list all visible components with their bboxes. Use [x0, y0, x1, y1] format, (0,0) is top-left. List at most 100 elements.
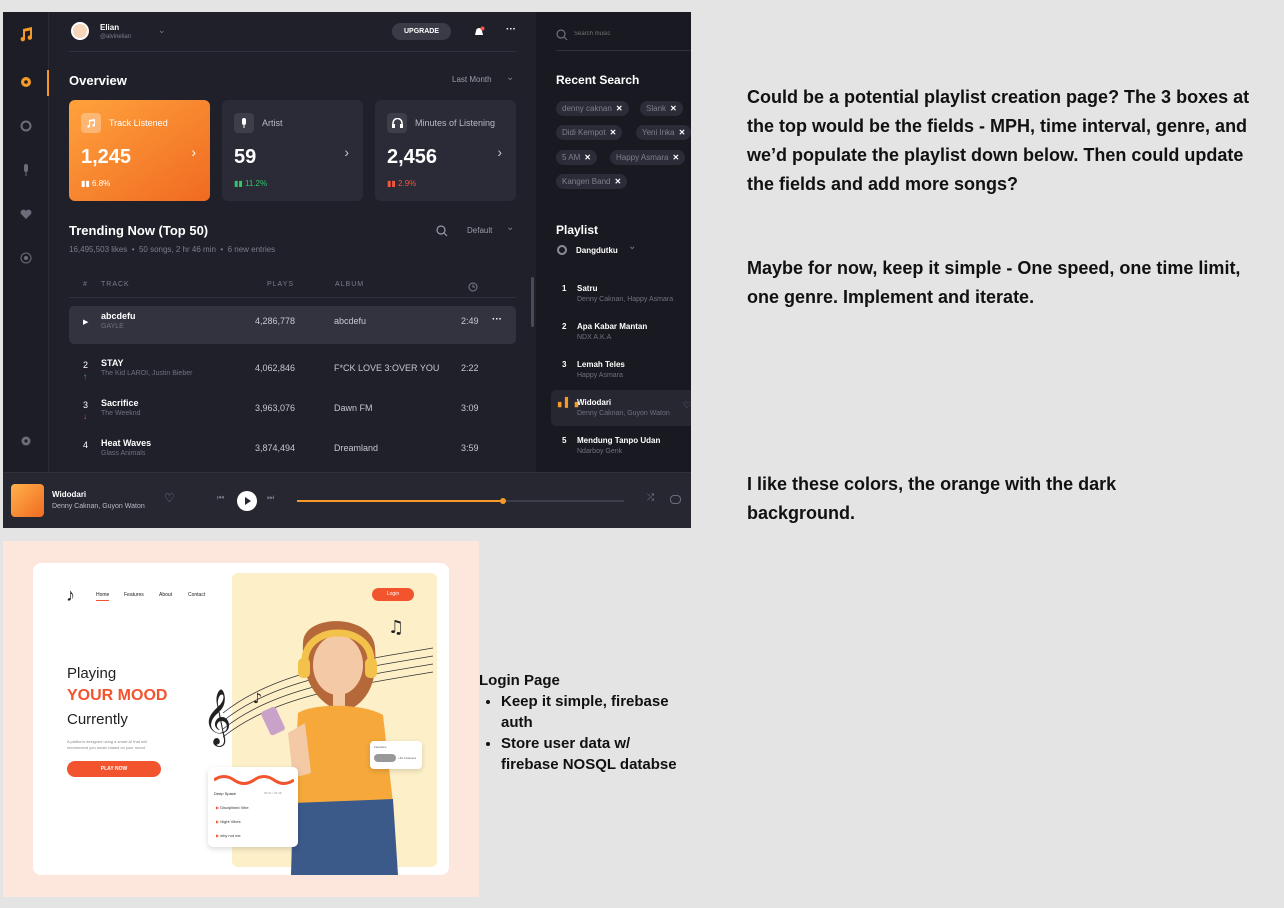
track-artist: The Weeknd — [101, 410, 141, 417]
previous-icon[interactable]: ⏮ — [217, 493, 224, 503]
row-more-icon[interactable]: ··· — [492, 314, 502, 325]
play-icon[interactable]: ▶ — [83, 318, 88, 326]
track-title: Sacrifice — [101, 398, 139, 408]
widget-song[interactable]: ▶ Disciplined Vibe — [216, 805, 249, 810]
sort-chevron-down-icon[interactable]: ⌄ — [506, 222, 514, 233]
item-artist: Happy Asmara — [577, 372, 623, 379]
scrollbar[interactable] — [531, 277, 534, 327]
nav-about[interactable]: About — [159, 592, 172, 598]
more-options-icon[interactable]: ··· — [506, 24, 516, 35]
note-playlist-idea: Could be a potential playlist creation p… — [747, 87, 1250, 194]
track-artist: GAYLE — [101, 323, 124, 330]
item-title: Widodari — [577, 398, 612, 407]
playlist-item[interactable]: 5 Mendung Tanpo Udan Ndarboy Genk — [536, 428, 691, 464]
stat-card-artist[interactable]: Artist 59 › ▮▮ 11.2% — [222, 100, 363, 201]
search-input[interactable] — [574, 26, 684, 42]
column-header-num: # — [83, 281, 88, 288]
play-now-button[interactable]: PLAY NOW — [67, 761, 161, 777]
column-header-album: ALBUM — [335, 281, 365, 288]
user-name: Elian — [100, 23, 120, 32]
progress-handle[interactable] — [500, 498, 506, 504]
stat-label: Track Listened — [109, 118, 168, 128]
notification-bell-icon[interactable] — [473, 25, 485, 37]
favorites-widget: Favorites +10 Listeners — [370, 741, 422, 769]
waveform — [214, 775, 294, 785]
stat-label: Artist — [262, 118, 283, 128]
track-rank: 3 — [83, 400, 89, 410]
like-heart-icon[interactable]: ♡ — [164, 491, 175, 505]
discover-icon[interactable] — [16, 72, 36, 92]
recent-chip[interactable]: Kangen Band ✕ — [556, 174, 628, 189]
stat-value: 1,245 — [81, 146, 132, 168]
login-notes-title: Login Page — [479, 672, 560, 689]
hero-description: A platform designed using a smart AI tha… — [67, 739, 147, 750]
nav-contact[interactable]: Contact — [188, 592, 205, 598]
widget-song[interactable]: ▶ Night Vibes — [216, 819, 241, 824]
avatar[interactable] — [71, 22, 89, 40]
now-playing-title: Widodari — [52, 490, 87, 499]
nav-features[interactable]: Features — [124, 592, 144, 598]
heart-icon[interactable]: ♡ — [683, 400, 691, 411]
play-pause-button[interactable] — [237, 491, 257, 511]
track-row[interactable]: 2 ↑ STAY The Kid LAROI, Justin Bieber 4,… — [69, 353, 516, 391]
hero-line-2: YOUR MOOD — [67, 687, 168, 704]
next-icon[interactable]: ⏭ — [267, 493, 274, 503]
period-chevron-down-icon[interactable]: ⌄ — [506, 72, 514, 83]
chevron-right-icon: › — [497, 144, 502, 160]
playlist-select[interactable]: Dangdutku — [576, 246, 618, 255]
item-number: 5 — [562, 436, 567, 445]
music-note-logo-icon — [16, 24, 36, 44]
stat-card-track-listened[interactable]: Track Listened 1,245 › ▮▮ 6.8% — [69, 100, 210, 201]
chevron-right-icon: › — [191, 144, 196, 160]
recent-chip[interactable]: Didi Kempot ✕ — [556, 125, 623, 140]
music-note-logo-icon: ♪ — [66, 585, 75, 605]
item-title: Satru — [577, 284, 598, 293]
heart-icon[interactable] — [16, 204, 36, 224]
playlist-item[interactable]: 2 Apa Kabar Mantan NDX A.K.A — [536, 314, 691, 350]
track-album: F*CK LOVE 3:OVER YOU — [334, 363, 440, 373]
upgrade-button[interactable]: UPGRADE — [392, 23, 451, 40]
recent-chip[interactable]: Happy Asmara ✕ — [610, 150, 686, 165]
recent-chip[interactable]: 5 AM ✕ — [556, 150, 597, 165]
sort-select[interactable]: Default — [467, 226, 492, 235]
period-select[interactable]: Last Month — [452, 75, 492, 84]
item-artist: Denny Caknan, Guyon Waton — [577, 410, 670, 417]
album-icon[interactable] — [16, 116, 36, 136]
stat-label: Minutes of Listening — [415, 118, 496, 128]
shuffle-icon[interactable]: ⤮ — [647, 492, 654, 503]
nav-home[interactable]: Home — [96, 592, 110, 601]
settings-gear-icon[interactable] — [16, 431, 36, 451]
search-icon[interactable] — [436, 224, 448, 237]
microphone-icon[interactable] — [16, 160, 36, 180]
login-note-bullet: Keep it simple, firebase auth — [501, 691, 679, 733]
playlist-item-active[interactable]: ▖▌▗ Widodari Denny Caknan, Guyon Waton ♡ — [551, 390, 691, 426]
login-button[interactable]: Login — [372, 588, 414, 601]
divider — [69, 51, 516, 52]
track-duration: 2:22 — [461, 363, 479, 373]
mini-player-widget: Deep Space 00:01 / 03:48 ▶ Disciplined V… — [208, 767, 298, 847]
playlist-item[interactable]: 1 Satru Denny Caknan, Happy Asmara — [536, 276, 691, 312]
track-title: abcdefu — [101, 311, 136, 321]
user-menu-chevron-down-icon[interactable]: ⌄ — [158, 25, 166, 36]
main-panel: Elian @alvinelian ⌄ UPGRADE ··· Overview… — [50, 12, 535, 472]
track-rank: 2 — [83, 360, 89, 370]
track-row[interactable]: 3 ↓ Sacrifice The Weeknd 3,963,076 Dawn … — [69, 393, 516, 431]
recent-chip[interactable]: Yeni Inka ✕ — [636, 125, 691, 140]
track-plays: 4,062,846 — [255, 363, 296, 373]
track-row[interactable]: 4 Heat Waves Glass Animals 3,874,494 Dre… — [69, 433, 516, 471]
widget-song[interactable]: ▶ why not me — [216, 833, 241, 838]
progress-track[interactable] — [297, 498, 624, 504]
radio-icon[interactable] — [16, 248, 36, 268]
playlist-chevron-down-icon[interactable]: ⌄ — [628, 241, 636, 252]
track-artist: The Kid LAROI, Justin Bieber — [101, 370, 193, 377]
stat-card-minutes[interactable]: Minutes of Listening 2,456 › ▮▮ 2.9% — [375, 100, 516, 201]
active-indicator — [47, 70, 49, 96]
svg-text:♪: ♪ — [253, 691, 262, 707]
item-number: 3 — [562, 360, 567, 369]
recent-chip[interactable]: denny caknan ✕ — [556, 101, 629, 116]
track-row[interactable]: ▶ abcdefu GAYLE 4,286,778 abcdefu 2:49 ·… — [69, 306, 516, 344]
repeat-icon[interactable] — [670, 495, 681, 504]
playlist-item[interactable]: 3 Lemah Teles Happy Asmara — [536, 352, 691, 388]
recent-chip[interactable]: Slank ✕ — [640, 101, 683, 116]
hero-line-3: Currently — [67, 711, 128, 728]
